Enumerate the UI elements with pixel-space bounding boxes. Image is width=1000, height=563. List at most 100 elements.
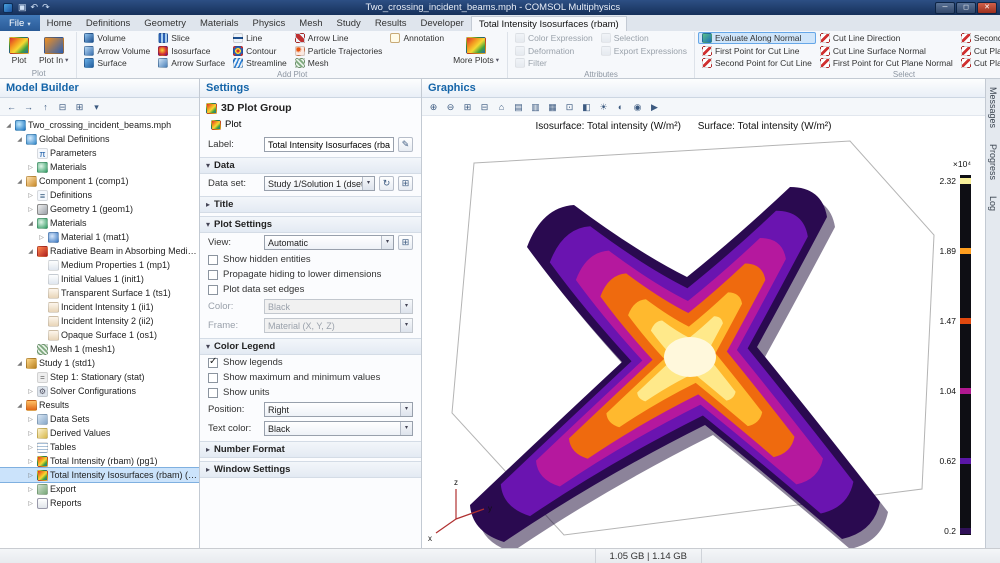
position-select[interactable]: Right ▾: [264, 402, 413, 417]
tree-item[interactable]: ▷Total Intensity (rbam) (pg1): [0, 454, 199, 468]
contour-button[interactable]: Contour: [229, 45, 291, 57]
section-number-format[interactable]: ▸ Number Format: [200, 441, 421, 458]
tab-study[interactable]: Study: [330, 16, 368, 31]
tab-developer[interactable]: Developer: [414, 16, 471, 31]
model-tree-options-icon[interactable]: ▾: [89, 100, 104, 114]
cut-line-direction-button[interactable]: Cut Line Direction: [816, 32, 957, 44]
expand-arrow-icon[interactable]: ▷: [26, 416, 35, 423]
section-color-legend[interactable]: ▾ Color Legend: [200, 338, 421, 355]
arrow-surface-button[interactable]: Arrow Surface: [154, 57, 229, 69]
redo-icon[interactable]: ↷: [42, 2, 50, 12]
rename-button[interactable]: ✎: [398, 137, 413, 152]
save-icon[interactable]: ▣: [18, 2, 27, 12]
tab-geometry[interactable]: Geometry: [137, 16, 193, 31]
file-menu-button[interactable]: File ▾: [0, 15, 40, 31]
expand-arrow-icon[interactable]: ▷: [26, 444, 35, 451]
collapse-arrow-icon[interactable]: ◢: [15, 136, 24, 143]
expand-arrow-icon[interactable]: ▷: [37, 234, 46, 241]
tree-item[interactable]: Incident Intensity 1 (ii1): [0, 300, 199, 314]
refresh-solution-button[interactable]: ↻: [379, 176, 394, 191]
plot-data-set-edges-checkbox[interactable]: [208, 285, 218, 295]
tab-mesh[interactable]: Mesh: [292, 16, 329, 31]
tree-item[interactable]: ◢Radiative Beam in Absorbing Media (rbam…: [0, 244, 199, 258]
go-to-zx-view-icon[interactable]: ▦: [545, 100, 560, 114]
arrow-volume-button[interactable]: Arrow Volume: [80, 45, 154, 57]
view-select[interactable]: Automatic ▾: [264, 235, 394, 250]
second-point-for-cut-line-button[interactable]: Second Point for Cut Line: [698, 57, 816, 69]
animation-export-icon[interactable]: ▶: [647, 100, 662, 114]
cut-line-surface-normal-button[interactable]: Cut Line Surface Normal: [816, 45, 957, 57]
back-icon[interactable]: ←: [4, 100, 19, 114]
expand-arrow-icon[interactable]: ▷: [26, 192, 35, 199]
zoom-in-icon[interactable]: ⊕: [426, 100, 441, 114]
volume-button[interactable]: Volume: [80, 32, 154, 44]
tree-item[interactable]: ▷Data Sets: [0, 412, 199, 426]
tree-item[interactable]: Mesh 1 (mesh1): [0, 342, 199, 356]
plot-in-button[interactable]: Plot In▾: [34, 32, 73, 69]
expand-arrow-icon[interactable]: ▷: [26, 388, 35, 395]
expand-arrow-icon[interactable]: ▷: [26, 164, 35, 171]
line-button[interactable]: Line: [229, 32, 291, 44]
tree-item[interactable]: ▷Tables: [0, 440, 199, 454]
rail-tab-progress[interactable]: Progress: [987, 140, 999, 184]
tab-results[interactable]: Results: [368, 16, 414, 31]
select-mode-icon[interactable]: ◐: [613, 100, 628, 114]
collapse-all-icon[interactable]: ⊟: [55, 100, 70, 114]
tab-home[interactable]: Home: [40, 16, 79, 31]
plot-area[interactable]: Isosurface: Total intensity (W/m²) Surfa…: [422, 117, 985, 548]
tree-item[interactable]: ▷Materials: [0, 160, 199, 174]
tree-item[interactable]: ▷Material 1 (mat1): [0, 230, 199, 244]
go-to-xy-view-icon[interactable]: ▤: [511, 100, 526, 114]
cut-plane-normal-from-surface-button[interactable]: Cut Plane Normal from Surface: [957, 57, 1000, 69]
scene-light-icon[interactable]: ☀: [596, 100, 611, 114]
tree-item[interactable]: Step 1: Stationary (stat): [0, 370, 199, 384]
close-button[interactable]: ✕: [977, 2, 997, 14]
arrow-line-button[interactable]: Arrow Line: [291, 32, 387, 44]
show-legends-checkbox[interactable]: [208, 358, 218, 368]
tree-item[interactable]: ◢Two_crossing_incident_beams.mph: [0, 118, 199, 132]
streamline-button[interactable]: Streamline: [229, 57, 291, 69]
mesh-button[interactable]: Mesh: [291, 57, 387, 69]
tab-materials[interactable]: Materials: [193, 16, 246, 31]
tree-item[interactable]: Medium Properties 1 (mp1): [0, 258, 199, 272]
zoom-extents-icon[interactable]: ⊞: [460, 100, 475, 114]
tree-item[interactable]: ▷Solver Configurations: [0, 384, 199, 398]
second-point-for-cut-plane-normal-button[interactable]: Second Point for Cut Plane Normal: [957, 32, 1000, 44]
show-units-checkbox[interactable]: [208, 388, 218, 398]
tree-item[interactable]: Opaque Surface 1 (os1): [0, 328, 199, 342]
rail-tab-log[interactable]: Log: [987, 192, 999, 215]
expand-arrow-icon[interactable]: ▷: [26, 206, 35, 213]
tree-item[interactable]: Incident Intensity 2 (ii2): [0, 314, 199, 328]
tree-item[interactable]: ▷Definitions: [0, 188, 199, 202]
isosurface-button[interactable]: Isosurface: [154, 45, 229, 57]
plot-button[interactable]: Plot: [4, 32, 34, 69]
evaluate-along-normal-button[interactable]: Evaluate Along Normal: [698, 32, 816, 44]
tab-total-intensity-isosurfaces-rbam[interactable]: Total Intensity Isosurfaces (rbam): [471, 16, 627, 31]
tree-item[interactable]: Transparent Surface 1 (ts1): [0, 286, 199, 300]
transparency-icon[interactable]: ◧: [579, 100, 594, 114]
plot-button[interactable]: Plot: [206, 117, 246, 132]
data-set-select[interactable]: Study 1/Solution 1 (dset1) ▾: [264, 176, 375, 191]
tree-item[interactable]: ▷Total Intensity Isosurfaces (rbam) (pg2…: [0, 468, 199, 482]
particle-trajectories-button[interactable]: Particle Trajectories: [291, 45, 387, 57]
annotation-button[interactable]: Annotation: [386, 32, 448, 44]
forward-icon[interactable]: →: [21, 100, 36, 114]
expand-arrow-icon[interactable]: ▷: [26, 430, 35, 437]
expand-arrow-icon[interactable]: ▷: [26, 472, 35, 479]
propagate-hiding-checkbox[interactable]: [208, 270, 218, 280]
expand-arrow-icon[interactable]: ▷: [26, 458, 35, 465]
tree-item[interactable]: Initial Values 1 (init1): [0, 272, 199, 286]
first-point-for-cut-line-button[interactable]: First Point for Cut Line: [698, 45, 816, 57]
zoom-out-icon[interactable]: ⊖: [443, 100, 458, 114]
text-color-select[interactable]: Black ▾: [264, 421, 413, 436]
add-data-set-button[interactable]: ⊞: [398, 176, 413, 191]
go-to-default-view-icon[interactable]: ⌂: [494, 100, 509, 114]
tree-item[interactable]: ▷Export: [0, 482, 199, 496]
collapse-arrow-icon[interactable]: ◢: [4, 122, 13, 129]
section-window-settings[interactable]: ▸ Window Settings: [200, 461, 421, 478]
tab-physics[interactable]: Physics: [246, 16, 293, 31]
tree-item[interactable]: ◢Component 1 (comp1): [0, 174, 199, 188]
surface-button[interactable]: Surface: [80, 57, 154, 69]
minimize-button[interactable]: ─: [935, 2, 955, 14]
tree-item[interactable]: ▷Geometry 1 (geom1): [0, 202, 199, 216]
